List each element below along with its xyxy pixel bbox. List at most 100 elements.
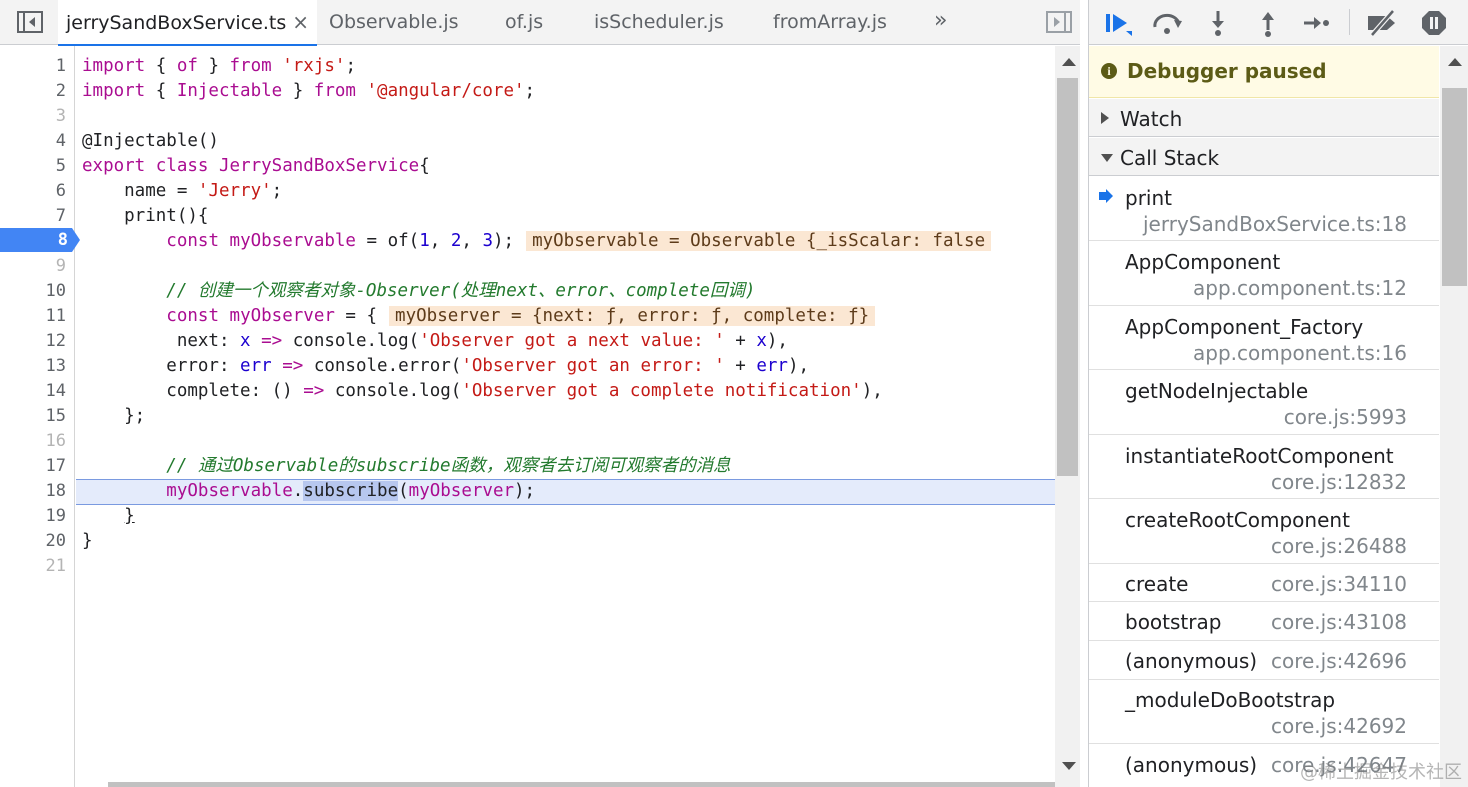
tab-label: jerrySandBoxService.ts — [66, 12, 287, 34]
frame-name: bootstrap — [1125, 610, 1222, 634]
resume-icon[interactable] — [1101, 6, 1135, 40]
editor-scrollbar-thumb[interactable] — [1057, 78, 1078, 476]
scroll-up-icon[interactable] — [1062, 58, 1076, 66]
editor-tab-bar: jerrySandBoxService.ts × Observable.js of… — [0, 0, 1080, 46]
code-line-10: // 创建一个观察者对象-Observer(处理next、error、compl… — [82, 281, 756, 301]
code-line-6: name = 'Jerry'; — [82, 181, 283, 201]
tab-of[interactable]: of.js — [505, 0, 543, 45]
toggle-navigator-icon[interactable] — [16, 8, 44, 36]
tab-jerrysandboxservice[interactable]: jerrySandBoxService.ts × — [58, 0, 318, 46]
line-number[interactable]: 7 — [6, 204, 66, 229]
line-number[interactable]: 17 — [6, 454, 66, 479]
call-stack-list: print jerrySandBoxService.ts:18 AppCompo… — [1089, 177, 1439, 787]
code-line-4: @Injectable() — [82, 131, 219, 151]
deactivate-breakpoints-icon[interactable] — [1365, 6, 1399, 40]
call-frame[interactable]: AppComponent app.component.ts:12 — [1089, 241, 1439, 306]
line-number[interactable]: 19 — [6, 504, 66, 529]
line-number-gutter[interactable]: 1 2 3 4 5 6 7 9 10 11 12 13 14 15 16 17 … — [0, 46, 75, 787]
debugger-scrollbar-thumb[interactable] — [1442, 88, 1467, 286]
line-number[interactable]: 10 — [6, 279, 66, 304]
breakpoint-line-number[interactable]: 8 — [0, 228, 68, 252]
line-number[interactable]: 20 — [6, 529, 66, 554]
line-number[interactable]: 6 — [6, 179, 66, 204]
tab-label: of.js — [505, 11, 544, 33]
line-number[interactable]: 12 — [6, 329, 66, 354]
call-frame[interactable]: createRootComponent core.js:26488 — [1089, 499, 1439, 564]
frame-name: AppComponent — [1125, 250, 1281, 274]
frame-location[interactable]: core.js:43108 — [1271, 610, 1407, 634]
code-editor[interactable]: import { of } from 'rxjs'; import { Inje… — [76, 46, 1055, 787]
inline-value-myobserver[interactable]: myObserver = {next: ƒ, error: ƒ, complet… — [389, 306, 876, 326]
frame-location[interactable]: jerrySandBoxService.ts:18 — [1143, 212, 1407, 236]
collapse-triangle-icon — [1101, 154, 1113, 162]
scroll-up-icon[interactable] — [1448, 58, 1462, 66]
code-line-20: } — [82, 531, 93, 551]
frame-location[interactable]: core.js:5993 — [1284, 405, 1407, 429]
call-frame[interactable]: (anonymous) core.js:42696 — [1089, 641, 1439, 680]
toolbar-separator — [1349, 9, 1350, 35]
call-frame[interactable]: instantiateRootComponent core.js:12832 — [1089, 435, 1439, 499]
call-frame[interactable]: print jerrySandBoxService.ts:18 — [1089, 177, 1439, 241]
line-number[interactable]: 15 — [6, 404, 66, 429]
debugger-paused-banner: i Debugger paused — [1089, 46, 1439, 98]
line-number[interactable]: 3 — [6, 104, 66, 129]
tab-label: fromArray.js — [773, 11, 887, 33]
frame-name: instantiateRootComponent — [1125, 444, 1394, 468]
selected-subscribe[interactable]: subscribe — [303, 481, 399, 501]
code-line-12: next: x => console.log('Observer got a n… — [82, 331, 788, 351]
frame-location[interactable]: core.js:26488 — [1271, 534, 1407, 558]
call-frame[interactable]: _moduleDoBootstrap core.js:42692 — [1089, 680, 1439, 744]
step-into-icon[interactable] — [1201, 6, 1235, 40]
line-number[interactable]: 11 — [6, 304, 66, 329]
inline-value-myobservable[interactable]: myObservable = Observable {_isScalar: fa… — [526, 231, 992, 251]
line-number[interactable]: 21 — [6, 554, 66, 579]
frame-name: createRootComponent — [1125, 508, 1350, 532]
call-stack-section-header[interactable]: Call Stack — [1089, 138, 1439, 176]
line-number[interactable]: 1 — [6, 54, 66, 79]
frame-location[interactable]: core.js:42696 — [1271, 649, 1407, 673]
tab-fromarray[interactable]: fromArray.js — [773, 0, 887, 45]
more-tabs-icon[interactable]: » — [934, 8, 948, 33]
code-line-15: }; — [82, 406, 146, 426]
code-line-7: print(){ — [82, 206, 209, 226]
call-frame[interactable]: create core.js:34110 — [1089, 564, 1439, 602]
editor-horizontal-scrollbar[interactable] — [108, 782, 1055, 787]
call-frame[interactable]: AppComponent_Factory app.component.ts:16 — [1089, 306, 1439, 370]
frame-name: create — [1125, 572, 1189, 596]
frame-location[interactable]: app.component.ts:12 — [1193, 276, 1407, 300]
watch-section-header[interactable]: Watch — [1089, 99, 1439, 137]
line-number[interactable]: 14 — [6, 379, 66, 404]
tab-observable[interactable]: Observable.js — [329, 0, 459, 45]
frame-name: (anonymous) — [1125, 649, 1258, 673]
line-number[interactable]: 13 — [6, 354, 66, 379]
line-number[interactable]: 16 — [6, 429, 66, 454]
call-stack-label: Call Stack — [1120, 146, 1220, 170]
line-number[interactable]: 2 — [6, 79, 66, 104]
tab-label: Observable.js — [329, 11, 459, 33]
editor-pane: jerrySandBoxService.ts × Observable.js of… — [0, 0, 1080, 787]
frame-location[interactable]: core.js:12832 — [1271, 470, 1407, 494]
line-number[interactable]: 5 — [6, 154, 66, 179]
code-line-1: import { of } from 'rxjs'; — [82, 56, 356, 76]
paused-message: Debugger paused — [1127, 59, 1327, 83]
pause-on-exceptions-icon[interactable] — [1417, 6, 1451, 40]
step-out-icon[interactable] — [1251, 6, 1285, 40]
current-frame-arrow-icon — [1099, 189, 1113, 203]
tab-isscheduler[interactable]: isScheduler.js — [594, 0, 724, 45]
code-line-19: } — [124, 506, 135, 526]
close-tab-icon[interactable]: × — [292, 10, 309, 34]
step-over-icon[interactable] — [1151, 6, 1185, 40]
frame-location[interactable]: app.component.ts:16 — [1193, 341, 1407, 365]
frame-location[interactable]: core.js:34110 — [1271, 572, 1407, 596]
line-number[interactable]: 18 — [6, 479, 66, 504]
expand-triangle-icon — [1101, 112, 1109, 124]
line-number[interactable]: 9 — [6, 254, 66, 279]
watermark: @稀土掘金技术社区 — [1300, 762, 1462, 783]
scroll-down-icon[interactable] — [1062, 762, 1076, 770]
step-icon[interactable] — [1299, 6, 1333, 40]
line-number[interactable]: 4 — [6, 129, 66, 154]
call-frame[interactable]: bootstrap core.js:43108 — [1089, 602, 1439, 641]
frame-location[interactable]: core.js:42692 — [1271, 714, 1407, 738]
toggle-debugger-sidebar-icon[interactable] — [1045, 8, 1073, 36]
call-frame[interactable]: getNodeInjectable core.js:5993 — [1089, 370, 1439, 435]
